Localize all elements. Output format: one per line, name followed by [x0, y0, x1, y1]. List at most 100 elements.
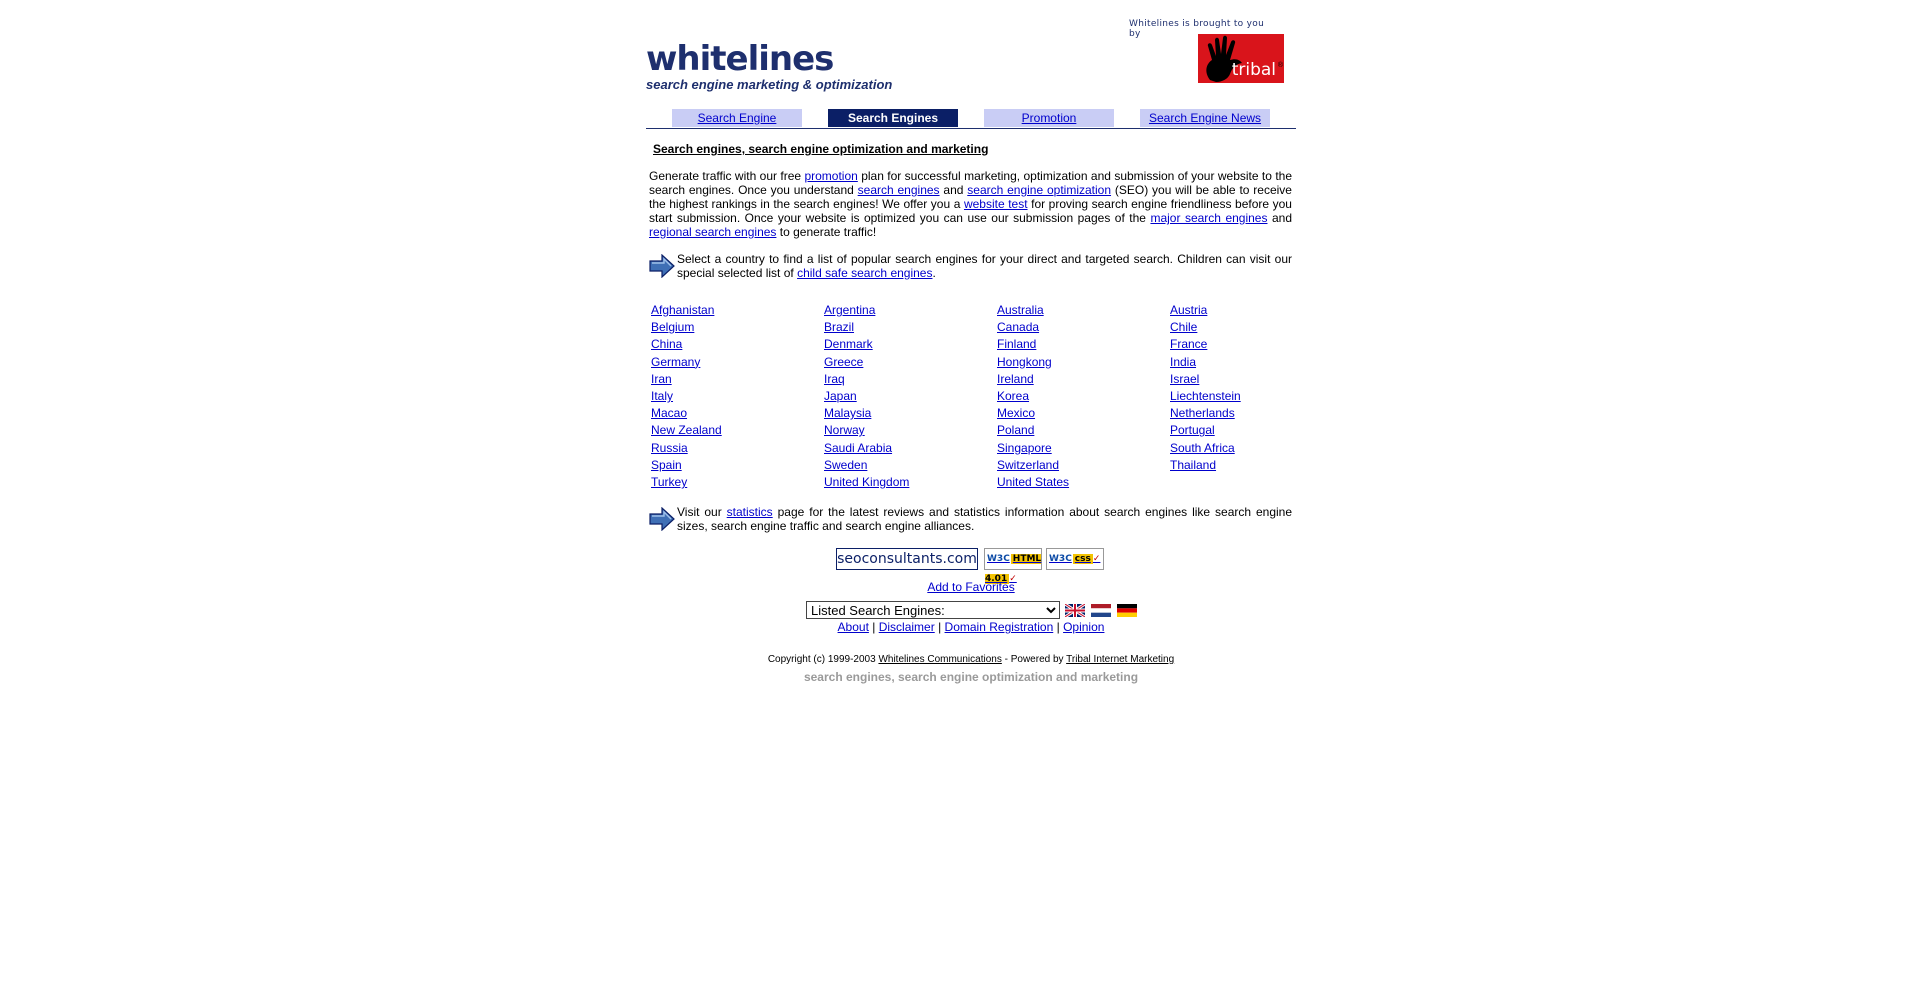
country-link[interactable]: Poland	[997, 423, 1034, 437]
country-intro: Select a country to find a list of popul…	[649, 252, 1292, 280]
seo-link[interactable]: search engine optimization	[967, 183, 1111, 197]
country-link[interactable]: Denmark	[824, 337, 873, 351]
country-link[interactable]: Turkey	[651, 475, 687, 489]
logo-wordmark: whitelines	[646, 39, 834, 79]
country-link[interactable]: Spain	[651, 458, 682, 472]
w3c-logo-text: W3C	[1049, 554, 1072, 564]
country-link[interactable]: Mexico	[997, 406, 1035, 420]
site-logo[interactable]: whitelines search engine marketing & opt…	[646, 42, 892, 92]
germany-flag-icon[interactable]	[1117, 604, 1137, 617]
listed-search-engines-select[interactable]: Listed Search Engines:	[806, 601, 1060, 619]
stats-intro: Visit our statistics page for the latest…	[649, 505, 1292, 533]
country-link[interactable]: Iran	[651, 372, 672, 386]
add-to-favorites-link[interactable]: Add to Favorites	[927, 580, 1014, 594]
country-link[interactable]: Singapore	[997, 441, 1052, 455]
sponsor-block: Whitelines is brought to you by tribal ®	[1129, 19, 1284, 83]
country-link[interactable]: Iraq	[824, 372, 845, 386]
netherlands-flag-icon[interactable]	[1091, 604, 1111, 617]
country-link[interactable]: France	[1170, 337, 1207, 351]
registered-mark: ®	[1277, 62, 1283, 69]
country-link[interactable]: Finland	[997, 337, 1036, 351]
country-link[interactable]: China	[651, 337, 682, 351]
w3c-logo-text: W3C	[987, 554, 1010, 564]
child-safe-link[interactable]: child safe search engines	[797, 266, 932, 280]
search-engines-link[interactable]: search engines	[858, 183, 940, 197]
copyright: Copyright (c) 1999-2003 Whitelines Commu…	[646, 654, 1296, 665]
page-heading: Search engines, search engine optimizati…	[653, 142, 989, 156]
seoconsultants-badge[interactable]: seoconsultants.com	[836, 548, 978, 570]
separator: |	[872, 620, 876, 634]
country-link[interactable]: Liechtenstein	[1170, 389, 1241, 403]
tribal-internet-marketing-link[interactable]: Tribal Internet Marketing	[1066, 654, 1174, 665]
country-link[interactable]: Austria	[1170, 303, 1207, 317]
country-intro-text: Select a country to find a list of popul…	[677, 252, 1292, 280]
arrow-right-icon	[649, 507, 675, 531]
w3c-css-badge[interactable]: W3C css ✓	[1046, 548, 1104, 570]
country-link[interactable]: Malaysia	[824, 406, 871, 420]
country-link[interactable]: Portugal	[1170, 423, 1215, 437]
checkmark-icon: ✓	[1092, 554, 1101, 564]
intro-text: and	[939, 183, 968, 197]
country-link[interactable]: Saudi Arabia	[824, 441, 892, 455]
tab-promotion[interactable]: Promotion	[984, 109, 1114, 127]
country-link[interactable]: Afghanistan	[651, 303, 714, 317]
whitelines-communications-link[interactable]: Whitelines Communications	[878, 654, 1001, 665]
tab-search-engines[interactable]: Search Engines	[828, 109, 958, 127]
website-test-link[interactable]: website test	[964, 197, 1028, 211]
statistics-link[interactable]: statistics	[727, 505, 773, 519]
country-link[interactable]: Germany	[651, 355, 700, 369]
country-link[interactable]: Macao	[651, 406, 687, 420]
tab-search-engine-news[interactable]: Search Engine News	[1140, 109, 1270, 127]
country-link[interactable]: Japan	[824, 389, 857, 403]
country-link[interactable]: Hongkong	[997, 355, 1052, 369]
tribal-logo[interactable]: tribal ®	[1198, 34, 1284, 83]
country-link[interactable]: Israel	[1170, 372, 1199, 386]
country-link[interactable]: Greece	[824, 355, 863, 369]
country-link[interactable]: South Africa	[1170, 441, 1235, 455]
country-link[interactable]: Chile	[1170, 320, 1197, 334]
w3c-html-badge[interactable]: W3C HTML 4.01 ✓	[984, 548, 1042, 584]
regional-search-engines-link[interactable]: regional search engines	[649, 225, 776, 239]
tab-search-engine[interactable]: Search Engine	[672, 109, 802, 127]
country-link[interactable]: Switzerland	[997, 458, 1059, 472]
stats-intro-text: Visit our	[677, 505, 727, 519]
country-intro-text: .	[932, 266, 936, 280]
country-link[interactable]: Belgium	[651, 320, 694, 334]
copyright-text: - Powered by	[1001, 654, 1067, 665]
country-link[interactable]: Canada	[997, 320, 1039, 334]
country-link[interactable]: Australia	[997, 303, 1044, 317]
country-link[interactable]: Korea	[997, 389, 1029, 403]
promotion-link[interactable]: promotion	[804, 169, 857, 183]
country-link[interactable]: Brazil	[824, 320, 854, 334]
intro-text: Generate traffic with our free	[649, 169, 805, 183]
country-link[interactable]: Ireland	[997, 372, 1034, 386]
country-link[interactable]: United States	[997, 475, 1069, 489]
opinion-link[interactable]: Opinion	[1063, 620, 1104, 634]
separator: |	[1056, 620, 1060, 634]
copyright-text: Copyright (c) 1999-2003	[767, 654, 879, 665]
uk-flag-icon[interactable]	[1065, 604, 1085, 617]
country-link[interactable]: New Zealand	[651, 423, 722, 437]
country-link[interactable]: Russia	[651, 441, 688, 455]
disclaimer-link[interactable]: Disclaimer	[879, 620, 935, 634]
nav-tabs: Search Engine Search Engines Promotion S…	[646, 109, 1296, 129]
domain-registration-link[interactable]: Domain Registration	[945, 620, 1054, 634]
country-link[interactable]: Netherlands	[1170, 406, 1235, 420]
arrow-right-icon	[649, 254, 675, 278]
intro-paragraph: Generate traffic with our free promotion…	[649, 169, 1292, 239]
css-text: css	[1072, 554, 1093, 564]
separator: |	[938, 620, 942, 634]
country-link[interactable]: United Kingdom	[824, 475, 909, 489]
sponsor-name: tribal	[1231, 60, 1276, 80]
country-link[interactable]: India	[1170, 355, 1196, 369]
about-link[interactable]: About	[838, 620, 869, 634]
country-link[interactable]: Thailand	[1170, 458, 1216, 472]
footer-links: About | Disclaimer | Domain Registration…	[646, 620, 1296, 634]
major-search-engines-link[interactable]: major search engines	[1150, 211, 1267, 225]
country-link[interactable]: Norway	[824, 423, 865, 437]
bottom-tagline: search engines, search engine optimizati…	[803, 670, 1139, 684]
country-link[interactable]: Sweden	[824, 458, 867, 472]
intro-text: and	[1267, 211, 1292, 225]
country-link[interactable]: Italy	[651, 389, 673, 403]
country-link[interactable]: Argentina	[824, 303, 875, 317]
